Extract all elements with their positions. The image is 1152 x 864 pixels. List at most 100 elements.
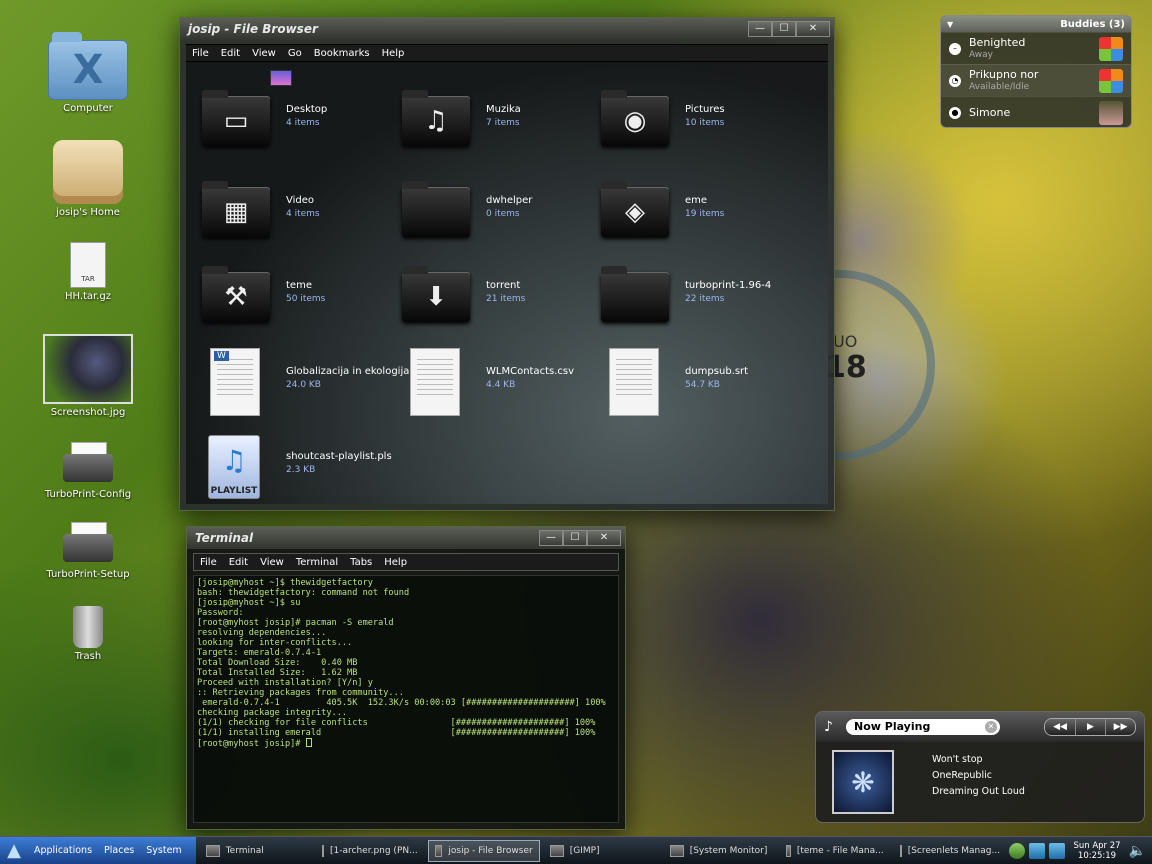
folder-icon — [785, 844, 791, 857]
file-item-playlist[interactable]: PLAYLIST shoutcast-playlist.pls 2.3 KB — [196, 429, 392, 499]
taskbar-clock[interactable]: Sun Apr 27 10:25:19 — [1069, 841, 1124, 861]
terminal-icon — [205, 844, 220, 857]
now-playing-label: Now Playing ✕ — [846, 719, 1000, 735]
previous-button[interactable]: ◀◀ — [1045, 719, 1075, 735]
hammer-folder-icon: ⚒ — [202, 266, 270, 322]
word-document-icon — [210, 348, 260, 416]
task-terminal[interactable]: Terminal — [200, 840, 312, 862]
menu-bookmarks[interactable]: Bookmarks — [308, 48, 376, 59]
printer-icon — [63, 522, 113, 566]
file-item-dwhelper[interactable]: dwhelper 0 items — [396, 173, 586, 243]
close-button[interactable]: ✕ — [587, 530, 621, 546]
buddy-benighted[interactable]: – Benighted Away — [941, 32, 1131, 64]
track-album: Dreaming Out Loud — [932, 786, 1025, 797]
menu-view[interactable]: View — [254, 557, 290, 568]
task-file-browser[interactable]: josip - File Browser — [427, 839, 540, 862]
butterfly-avatar-icon — [1099, 37, 1123, 61]
task-screenlets-manager[interactable]: [Screenlets Manag... — [894, 840, 1004, 862]
menu-view[interactable]: View — [246, 48, 282, 59]
computer-icon: X — [48, 32, 128, 100]
network-icon[interactable] — [1009, 842, 1026, 859]
globe-icon — [321, 844, 325, 857]
terminal-line: Total Installed Size: 1.62 MB — [197, 668, 358, 678]
butterfly-avatar-icon — [1099, 69, 1123, 93]
terminal-line: Total Download Size: 0.40 MB — [197, 658, 358, 668]
close-icon[interactable]: ✕ — [985, 721, 997, 733]
terminal-line: checking package integrity... — [197, 708, 348, 718]
minimize-button[interactable]: — — [539, 530, 563, 546]
file-item-desktop[interactable]: ▭ Desktop 4 items — [196, 82, 386, 152]
update-icon[interactable] — [1049, 842, 1066, 859]
collapse-triangle-icon[interactable]: ▼ — [947, 20, 953, 29]
terminal-screen[interactable]: [josip@myhost ~]$ thewidgetfactory bash: … — [193, 575, 619, 823]
maximize-button[interactable]: ☐ — [563, 530, 587, 546]
menu-applications[interactable]: Applications — [28, 845, 98, 856]
file-item-wlmcontacts[interactable]: WLMContacts.csv 4.4 KB — [396, 344, 586, 416]
music-note-icon: ♪ — [824, 719, 833, 735]
file-item-turboprint[interactable]: turboprint-1.96-4 22 items — [595, 258, 785, 328]
task-system-monitor[interactable]: [System Monitor] — [664, 840, 776, 862]
window-titlebar[interactable]: Terminal — ☐ ✕ — [187, 527, 625, 549]
buddy-simone[interactable]: ● Simone — [941, 96, 1131, 127]
monitor-icon — [669, 844, 684, 857]
playlist-icon: PLAYLIST — [208, 435, 260, 499]
task-gimp[interactable]: [GIMP] — [544, 840, 660, 862]
desktop-icon-turboprint-setup[interactable]: TurboPrint-Setup — [38, 522, 138, 580]
buddy-list: ▼ Buddies (3) – Benighted Away ◔ Prikupn… — [940, 15, 1132, 128]
menu-edit[interactable]: Edit — [223, 557, 254, 568]
terminal-line: bash: thewidgetfactory: command not foun… — [197, 588, 410, 598]
file-item-torrent[interactable]: ⬇ torrent 21 items — [396, 258, 586, 328]
folder-icon — [601, 266, 669, 322]
close-button[interactable]: ✕ — [796, 21, 830, 37]
task-teme-file-manager[interactable]: [teme - File Mana... — [780, 840, 890, 862]
buddy-prikupno-nor[interactable]: ◔ Prikupno nor Available/Idle — [941, 64, 1131, 96]
desktop-icon-screenshot[interactable]: Screenshot.jpg — [38, 334, 138, 418]
menu-file[interactable]: File — [186, 48, 215, 59]
terminal-line: looking for inter-conflicts... — [197, 638, 353, 648]
menu-system[interactable]: System — [140, 845, 187, 856]
menu-tabs[interactable]: Tabs — [344, 557, 378, 568]
gimp-icon — [549, 844, 564, 857]
file-item-muzika[interactable]: ♫ Muzika 7 items — [396, 82, 586, 152]
idle-status-icon: ◔ — [949, 75, 961, 87]
file-item-dumpsub[interactable]: dumpsub.srt 54.7 KB — [595, 344, 785, 416]
menu-edit[interactable]: Edit — [215, 48, 246, 59]
buddy-list-header[interactable]: ▼ Buddies (3) — [941, 16, 1131, 32]
screenlets-icon — [899, 844, 902, 857]
terminal-line: (1/1) checking for file conflicts [#####… — [197, 718, 596, 728]
desktop-icon-label: Computer — [63, 103, 113, 114]
menu-file[interactable]: File — [194, 557, 223, 568]
file-item-globalizacija[interactable]: Globalizacija in ekologija.doc 24.0 KB — [196, 344, 431, 416]
home-icon — [53, 140, 123, 204]
desktop-icon-archive[interactable]: TAR HH.tar.gz — [38, 242, 138, 302]
maximize-button[interactable]: ☐ — [772, 21, 796, 37]
desktop-icon-label: HH.tar.gz — [64, 291, 112, 302]
window-titlebar[interactable]: josip - File Browser — ☐ ✕ — [180, 18, 834, 40]
minimize-button[interactable]: — — [748, 21, 772, 37]
desktop-icon-home[interactable]: josip's Home — [38, 140, 138, 218]
menu-go[interactable]: Go — [282, 48, 308, 59]
messenger-icon[interactable] — [1029, 842, 1046, 859]
file-view: ▭ Desktop 4 items ♫ Muzika 7 items ◉ Pic… — [186, 62, 828, 504]
desktop-icon-turboprint-config[interactable]: TurboPrint-Config — [38, 442, 138, 500]
desktop-icon-trash[interactable]: Trash — [38, 606, 138, 662]
pedestrian-sign-folder-icon: ◈ — [601, 181, 669, 237]
desktop-icon-computer[interactable]: X Computer — [38, 32, 138, 114]
volume-icon[interactable]: 🔈 — [1129, 843, 1146, 859]
file-item-teme[interactable]: ⚒ teme 50 items — [196, 258, 386, 328]
terminal-line: [root@myhost josip]# pacman -S emerald — [197, 618, 394, 628]
menu-help[interactable]: Help — [378, 557, 413, 568]
task-archer-png[interactable]: [1-archer.png (PN... — [316, 840, 424, 862]
image-thumbnail-icon — [43, 334, 133, 404]
file-item-video[interactable]: ▦ Video 4 items — [196, 173, 386, 243]
menu-help[interactable]: Help — [376, 48, 411, 59]
play-button[interactable]: ▶ — [1075, 719, 1105, 735]
file-browser-window: josip - File Browser — ☐ ✕ File Edit Vie… — [179, 17, 835, 511]
file-item-pictures[interactable]: ◉ Pictures 10 items — [595, 82, 785, 152]
next-button[interactable]: ▶▶ — [1105, 719, 1135, 735]
terminal-line: [root@myhost josip]# — [197, 738, 615, 749]
arch-logo-icon[interactable]: ▲ — [0, 840, 28, 861]
menu-places[interactable]: Places — [98, 845, 140, 856]
menu-terminal[interactable]: Terminal — [290, 557, 344, 568]
file-item-eme[interactable]: ◈ eme 19 items — [595, 173, 785, 243]
